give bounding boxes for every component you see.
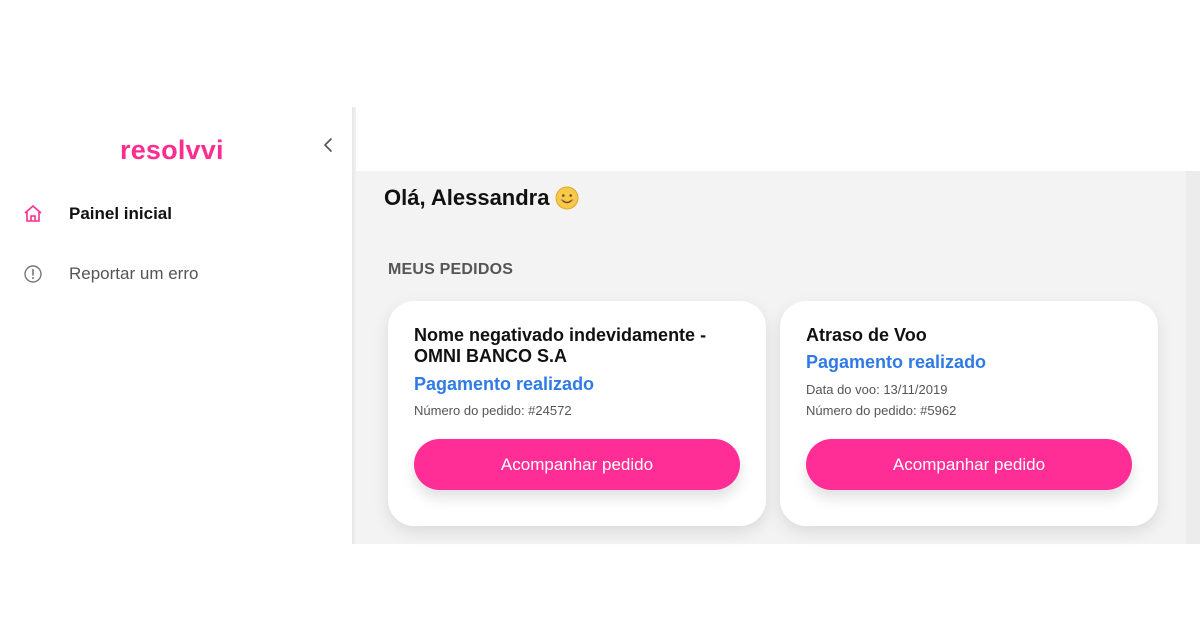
chevron-left-icon [324, 138, 332, 152]
sidebar-item-reportar-erro[interactable]: Reportar um erro [0, 254, 352, 294]
section-title: MEUS PEDIDOS [388, 261, 514, 278]
home-icon [22, 203, 44, 225]
scroll-edge [1186, 171, 1200, 544]
sidebar-item-label: Reportar um erro [69, 264, 199, 283]
order-number: Número do pedido: #5962 [806, 403, 957, 418]
sidebar-item-painel-inicial[interactable]: Painel inicial [0, 194, 352, 234]
order-number: Número do pedido: #24572 [414, 403, 572, 418]
greeting-text: Olá, Alessandra [384, 185, 550, 210]
smile-emoji-icon [555, 186, 579, 210]
greeting: Olá, Alessandra [384, 185, 579, 211]
alert-circle-icon [22, 263, 44, 285]
collapse-sidebar-button[interactable] [316, 133, 340, 157]
sidebar: resolvvi Painel inicial Reportar um erro [0, 107, 352, 544]
top-bar [356, 107, 1200, 171]
logo-text: resolvvi [120, 135, 224, 165]
order-title: Atraso de Voo [806, 325, 927, 345]
order-card: Nome negativado indevidamente - OMNI BAN… [388, 301, 766, 526]
order-status: Pagamento realizado [414, 374, 595, 394]
logo[interactable]: resolvvi [120, 127, 224, 167]
app: resolvvi Painel inicial Reportar um erro… [0, 107, 1200, 544]
flight-date: Data do voo: 13/11/2019 [806, 382, 948, 397]
sidebar-item-label: Painel inicial [69, 204, 172, 223]
main-content: Olá, Alessandra MEUS PEDIDOS Nome negati… [356, 171, 1200, 544]
order-card: Atraso de Voo Pagamento realizado Data d… [780, 301, 1158, 526]
track-order-button[interactable]: Acompanhar pedido [414, 439, 740, 490]
order-title: Nome negativado indevidamente - OMNI BAN… [414, 325, 707, 366]
order-status: Pagamento realizado [806, 352, 987, 372]
track-order-button[interactable]: Acompanhar pedido [806, 439, 1132, 490]
